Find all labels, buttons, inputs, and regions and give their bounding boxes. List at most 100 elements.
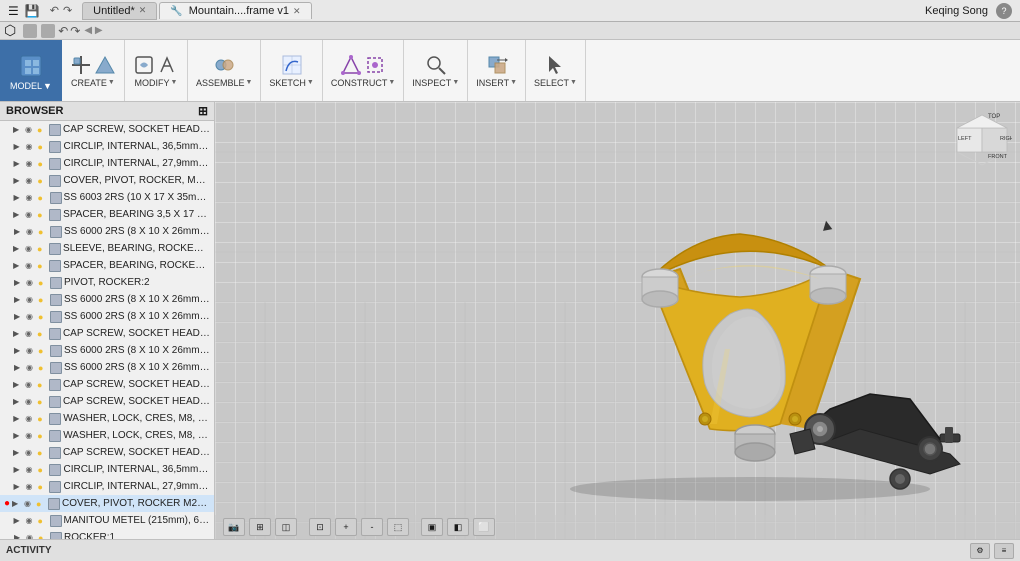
visibility-icon[interactable]: ◉ — [26, 312, 36, 321]
toolbar-group-modify[interactable]: MODIFY▼ — [125, 40, 188, 101]
toolbar-group-construct[interactable]: CONSTRUCT▼ — [323, 40, 404, 101]
expand-arrow[interactable]: ▶ — [13, 414, 23, 423]
toolbar-group-inspect[interactable]: INSPECT▼ — [404, 40, 468, 101]
vp-btn-view2[interactable]: ◫ — [275, 518, 297, 536]
browser-list-item[interactable]: ▶◉●SPACER, BEARING, ROCKER, MI... — [0, 257, 214, 274]
browser-list-item[interactable]: ▶◉●CIRCLIP, INTERNAL, 27,9mm OI... — [0, 478, 214, 495]
expand-arrow[interactable]: ▶ — [14, 533, 24, 539]
expand-arrow[interactable]: ▶ — [14, 346, 24, 355]
browser-list-item[interactable]: ▶◉●COVER, PIVOT, ROCKER, M27,9... — [0, 172, 214, 189]
expand-arrow[interactable]: ▶ — [12, 499, 22, 508]
vp-btn-zoom-in[interactable]: + — [335, 518, 357, 536]
browser-list-item[interactable]: ▶◉●SS 6000 2RS (8 X 10 X 26mm):3 — [0, 291, 214, 308]
status-btn-1[interactable]: ⚙ — [970, 543, 990, 559]
vp-btn-zoom-box[interactable]: ⬚ — [387, 518, 409, 536]
visibility-icon[interactable]: ◉ — [26, 193, 36, 202]
visibility-icon[interactable]: ◉ — [26, 533, 36, 539]
browser-list-item[interactable]: ▶◉●CAP SCREW, SOCKET HEAD, FLA... — [0, 393, 214, 410]
expand-arrow[interactable]: ▶ — [13, 431, 23, 440]
vp-btn-zoom-out[interactable]: - — [361, 518, 383, 536]
toolbar-group-assemble[interactable]: ASSEMBLE▼ — [188, 40, 261, 101]
redo-btn[interactable]: ↷ — [70, 24, 80, 38]
expand-arrow[interactable]: ▶ — [13, 482, 23, 491]
expand-arrow[interactable]: ▶ — [13, 380, 23, 389]
expand-arrow[interactable]: ▶ — [14, 278, 24, 287]
status-btn-2[interactable]: ≡ — [994, 543, 1014, 559]
expand-arrow[interactable]: ▶ — [14, 312, 24, 321]
viewport[interactable]: ▲ TOP RIGHT LEFT FRONT 📷 ⊞ ◫ ⊡ — [215, 102, 1020, 539]
visibility-icon[interactable]: ◉ — [25, 465, 35, 474]
help-icon[interactable]: ? — [996, 3, 1012, 19]
browser-list-item[interactable]: ▶◉●SS 6000 2RS (8 X 10 X 26mm):4 — [0, 308, 214, 325]
visibility-icon[interactable]: ◉ — [26, 278, 36, 287]
visibility-icon[interactable]: ◉ — [26, 363, 36, 372]
browser-list-item[interactable]: ▶◉●WASHER, LOCK, CRES, M8, 12,7... — [0, 410, 214, 427]
browser-list-item[interactable]: ●▶◉●COVER, PIVOT, ROCKER M27,9... — [0, 495, 214, 512]
visibility-icon[interactable]: ◉ — [26, 516, 36, 525]
browser-list-item[interactable]: ▶◉●CIRCLIP, INTERNAL, 36,5mm OI... — [0, 461, 214, 478]
visibility-icon[interactable]: ◉ — [25, 482, 35, 491]
browser-list-item[interactable]: ▶◉●SPACER, BEARING 3,5 X 17 X 3C... — [0, 206, 214, 223]
expand-arrow[interactable]: ▶ — [13, 125, 23, 134]
browser-list-item[interactable]: ▶◉●CAP SCREW, SOCKET HEAD, CRI... — [0, 444, 214, 461]
vp-btn-display3[interactable]: ⬜ — [473, 518, 495, 536]
expand-arrow[interactable]: ▶ — [14, 193, 24, 202]
visibility-icon[interactable]: ◉ — [25, 244, 35, 253]
browser-list-item[interactable]: ▶◉●CAP SCREW, SOCKET HEAD, FLA... — [0, 376, 214, 393]
expand-arrow[interactable]: ▶ — [13, 397, 23, 406]
browser-toggle[interactable]: ⊞ — [198, 104, 208, 118]
expand-arrow[interactable]: ▶ — [14, 227, 24, 236]
open-icon[interactable] — [41, 24, 55, 38]
visibility-icon[interactable]: ◉ — [25, 261, 35, 270]
browser-list-item[interactable]: ▶◉●CIRCLIP, INTERNAL, 27,9mm OI... — [0, 155, 214, 172]
visibility-icon[interactable]: ◉ — [25, 448, 35, 457]
toolbar-group-sketch[interactable]: SKETCH▼ — [261, 40, 322, 101]
visibility-icon[interactable]: ◉ — [26, 295, 36, 304]
browser-list-item[interactable]: ▶◉●WASHER, LOCK, CRES, M8, 12,7... — [0, 427, 214, 444]
expand-arrow[interactable]: ▶ — [13, 210, 23, 219]
toolbar-group-select[interactable]: SELECT▼ — [526, 40, 586, 101]
tab-untitled[interactable]: Untitled* ✕ — [82, 2, 157, 20]
toolbar-group-create[interactable]: CREATE▼ — [62, 40, 125, 101]
vp-btn-display1[interactable]: ▣ — [421, 518, 443, 536]
visibility-icon[interactable]: ◉ — [25, 176, 35, 185]
expand-arrow[interactable]: ▶ — [14, 295, 24, 304]
browser-list-item[interactable]: ▶◉●MANITOU METEL (215mm), 6 W... — [0, 512, 214, 529]
browser-list-item[interactable]: ▶◉●SS 6000 2RS (8 X 10 X 26mm):2 — [0, 223, 214, 240]
expand-arrow[interactable]: ▶ — [14, 516, 24, 525]
browser-list-item[interactable]: ▶◉●CAP SCREW, SOCKET HEAD, CRI... — [0, 121, 214, 138]
tab-untitled-close[interactable]: ✕ — [139, 5, 147, 16]
browser-list-item[interactable]: ▶◉●SS 6000 2RS (8 X 10 X 26mm):6 — [0, 359, 214, 376]
tab-mountain-frame[interactable]: 🔧 Mountain....frame v1 ✕ — [159, 2, 311, 19]
browser-list-item[interactable]: ▶◉●SLEEVE, BEARING, ROCKER, FW... — [0, 240, 214, 257]
save-icon[interactable] — [23, 24, 37, 38]
expand-arrow[interactable]: ▶ — [13, 465, 23, 474]
visibility-icon[interactable]: ◉ — [25, 380, 35, 389]
expand-arrow[interactable]: ▶ — [13, 329, 23, 338]
visibility-icon[interactable]: ◉ — [26, 346, 36, 355]
expand-arrow[interactable]: ▶ — [13, 244, 23, 253]
expand-arrow[interactable]: ▶ — [13, 261, 23, 270]
tab-mountain-close[interactable]: ✕ — [293, 6, 301, 17]
visibility-icon[interactable]: ◉ — [25, 159, 35, 168]
browser-list-item[interactable]: ▶◉●SS 6003 2RS (10 X 17 X 35mm):... — [0, 189, 214, 206]
visibility-icon[interactable]: ◉ — [25, 125, 35, 134]
vp-btn-camera[interactable]: 📷 — [223, 518, 245, 536]
visibility-icon[interactable]: ◉ — [24, 499, 34, 508]
visibility-icon[interactable]: ◉ — [26, 227, 36, 236]
visibility-icon[interactable]: ◉ — [25, 142, 35, 151]
expand-arrow[interactable]: ▶ — [13, 176, 23, 185]
expand-arrow[interactable]: ▶ — [14, 363, 24, 372]
visibility-icon[interactable]: ◉ — [25, 414, 35, 423]
browser-list-item[interactable]: ▶◉●PIVOT, ROCKER:2 — [0, 274, 214, 291]
vp-btn-view1[interactable]: ⊞ — [249, 518, 271, 536]
vp-btn-zoom-fit[interactable]: ⊡ — [309, 518, 331, 536]
visibility-icon[interactable]: ◉ — [25, 210, 35, 219]
browser-list-item[interactable]: ▶◉●CIRCLIP, INTERNAL, 36,5mm OI... — [0, 138, 214, 155]
undo-btn[interactable]: ↶ — [58, 24, 68, 38]
browser-list-item[interactable]: ▶◉●CAP SCREW, SOCKET HEAD, FLA... — [0, 325, 214, 342]
view-cube[interactable]: TOP RIGHT LEFT FRONT — [952, 110, 1012, 170]
toolbar-group-insert[interactable]: INSERT▼ — [468, 40, 526, 101]
toolbar-group-model[interactable]: MODEL ▼ — [0, 40, 62, 101]
browser-list-item[interactable]: ▶◉●SS 6000 2RS (8 X 10 X 26mm):5 — [0, 342, 214, 359]
